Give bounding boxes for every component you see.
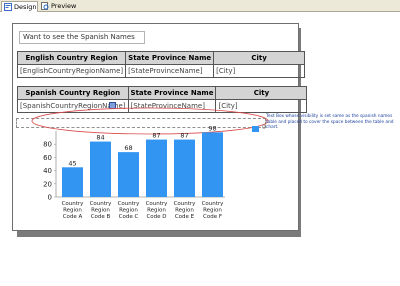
x-tick-label: Region <box>63 208 82 214</box>
bar[interactable] <box>62 167 83 197</box>
legend-label: 0 <box>262 124 266 131</box>
y-tick-label: 0 <box>48 194 52 202</box>
x-tick-label: Code C <box>119 214 139 220</box>
x-tick-label: Code A <box>63 214 83 220</box>
bar-value-label: 98 <box>208 124 216 132</box>
x-tick-label: Code E <box>175 214 195 220</box>
x-tick-label: Region <box>203 208 222 214</box>
x-tick-label: Code F <box>203 214 222 220</box>
bar[interactable] <box>146 139 167 197</box>
bar[interactable] <box>174 139 195 197</box>
x-tick-label: Country <box>118 201 141 207</box>
annotation-note: Text Box whose visibility is set same as… <box>266 114 394 130</box>
bar-value-label: 84 <box>96 134 104 142</box>
x-tick-label: Code D <box>146 214 166 220</box>
bar-value-label: 87 <box>180 132 188 140</box>
y-tick-label: 80 <box>43 141 52 149</box>
bar[interactable] <box>202 132 223 197</box>
bar-value-label: 68 <box>124 144 132 152</box>
bar-value-label: 45 <box>68 159 76 167</box>
bar-value-label: 87 <box>152 132 160 140</box>
bar[interactable] <box>90 141 111 197</box>
annotation-ellipse <box>31 107 269 135</box>
x-tick-label: Country <box>62 201 85 207</box>
x-tick-label: Region <box>119 208 138 214</box>
x-tick-label: Country <box>146 201 169 207</box>
x-tick-label: Country <box>174 201 197 207</box>
bar[interactable] <box>118 152 139 197</box>
x-tick-label: Region <box>175 208 194 214</box>
x-tick-label: Region <box>147 208 166 214</box>
x-tick-label: Country <box>90 201 113 207</box>
y-tick-label: 40 <box>43 167 52 175</box>
x-tick-label: Country <box>202 201 225 207</box>
y-tick-label: 20 <box>43 180 52 188</box>
x-tick-label: Code B <box>91 214 111 220</box>
y-tick-label: 60 <box>43 154 52 162</box>
chart-area[interactable]: 02040608045CountryRegionCode A84CountryR… <box>0 0 400 286</box>
legend-swatch <box>252 126 259 132</box>
x-tick-label: Region <box>91 208 110 214</box>
